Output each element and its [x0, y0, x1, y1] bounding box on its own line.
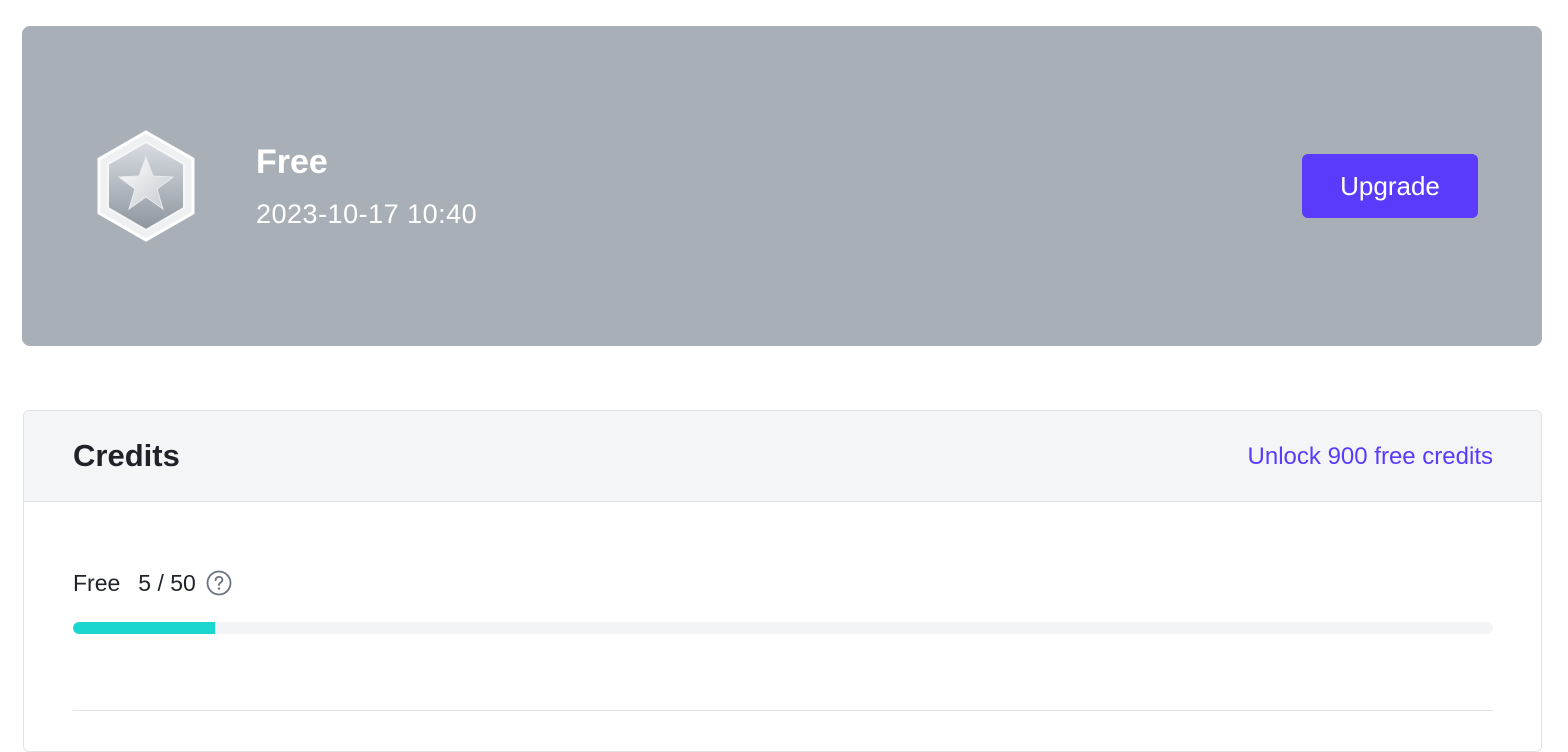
plan-name: Free — [256, 143, 328, 181]
free-credits-progress — [73, 622, 1493, 634]
star-badge-icon — [97, 130, 195, 242]
free-credits-count: 5 / 50 — [138, 569, 196, 596]
free-credits-row: Free 5 / 50 — [73, 567, 232, 599]
question-circle-icon[interactable] — [206, 570, 232, 596]
plan-date: 2023-10-17 10:40 — [256, 199, 478, 229]
credits-card: Credits Unlock 900 free credits Free 5 /… — [23, 410, 1542, 752]
credits-title: Credits — [73, 438, 180, 473]
free-credits-progress-fill — [73, 622, 215, 634]
unlock-credits-link[interactable]: Unlock 900 free credits — [1248, 442, 1493, 472]
upgrade-button[interactable]: Upgrade — [1302, 154, 1478, 218]
credits-header: Credits Unlock 900 free credits — [24, 411, 1541, 502]
divider — [73, 710, 1493, 711]
free-credits-label: Free — [73, 569, 121, 596]
plan-banner: Free 2023-10-17 10:40 Upgrade — [22, 26, 1542, 346]
